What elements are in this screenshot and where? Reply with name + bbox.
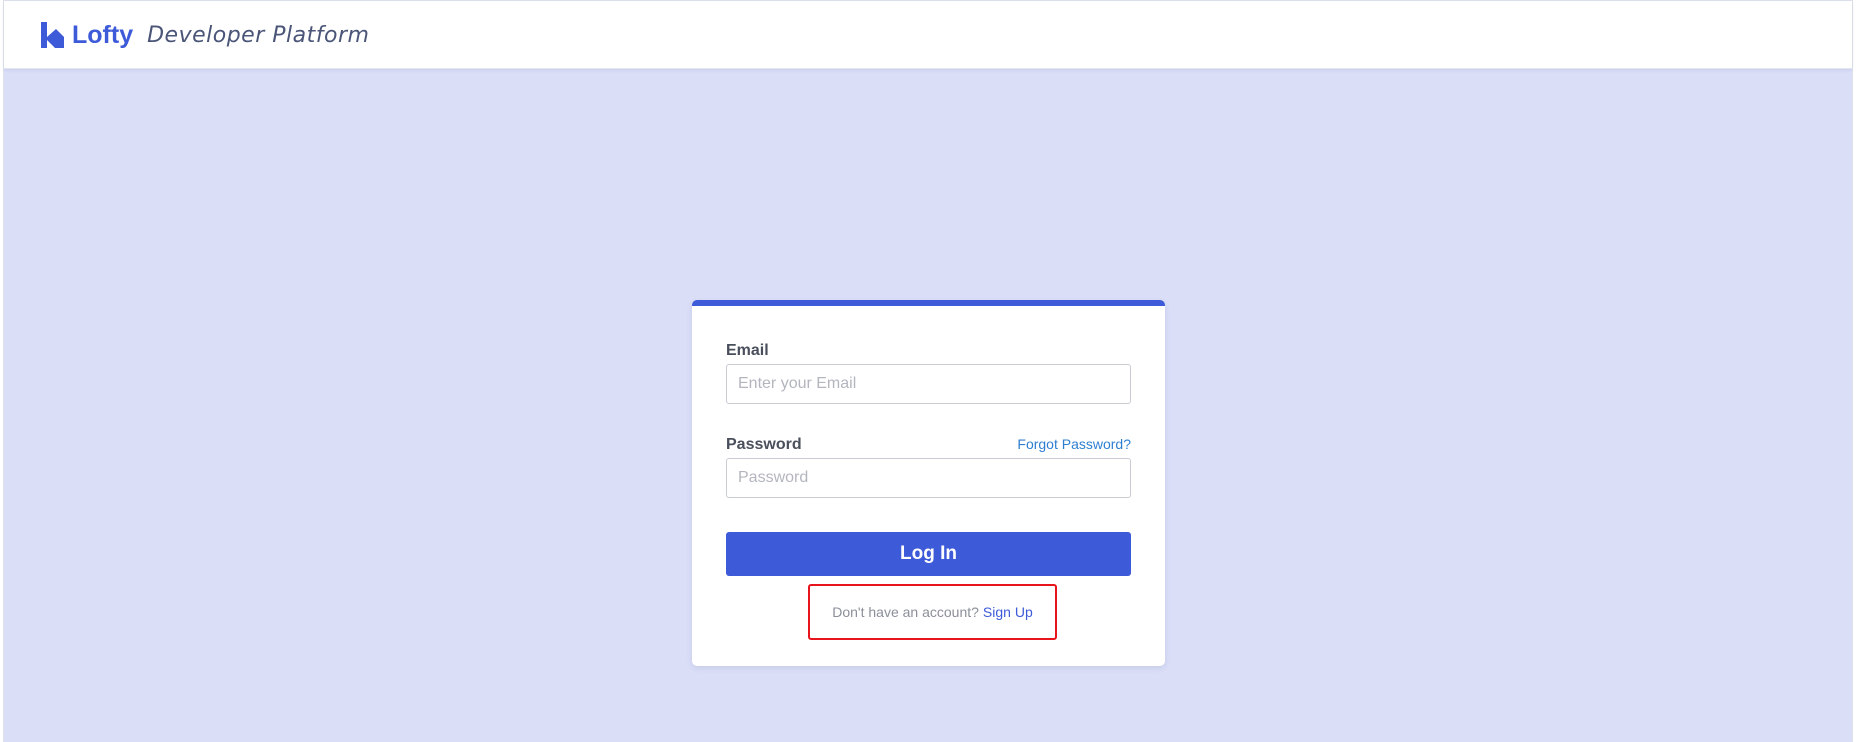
login-card: Email Password Forgot Password? Log In D… xyxy=(692,300,1165,666)
password-input[interactable] xyxy=(726,458,1131,498)
main-content: Email Password Forgot Password? Log In D… xyxy=(4,69,1852,742)
forgot-password-link[interactable]: Forgot Password? xyxy=(1017,436,1131,452)
login-button[interactable]: Log In xyxy=(726,532,1131,576)
email-label: Email xyxy=(726,342,769,359)
signup-link[interactable]: Sign Up xyxy=(983,604,1033,620)
brand-logo[interactable]: Lofty Developer Platform xyxy=(38,19,369,51)
signup-prompt: Don't have an account? Sign Up xyxy=(808,584,1057,640)
email-input[interactable] xyxy=(726,364,1131,404)
password-label: Password xyxy=(726,436,802,453)
signup-question: Don't have an account? xyxy=(832,604,979,620)
logo-text: Lofty xyxy=(72,20,134,49)
app-frame: Lofty Developer Platform Email Password … xyxy=(3,0,1853,742)
top-header: Lofty Developer Platform xyxy=(4,1,1852,69)
platform-title: Developer Platform xyxy=(147,22,370,48)
card-accent-bar xyxy=(692,300,1165,306)
lofty-logo-icon xyxy=(38,20,68,50)
